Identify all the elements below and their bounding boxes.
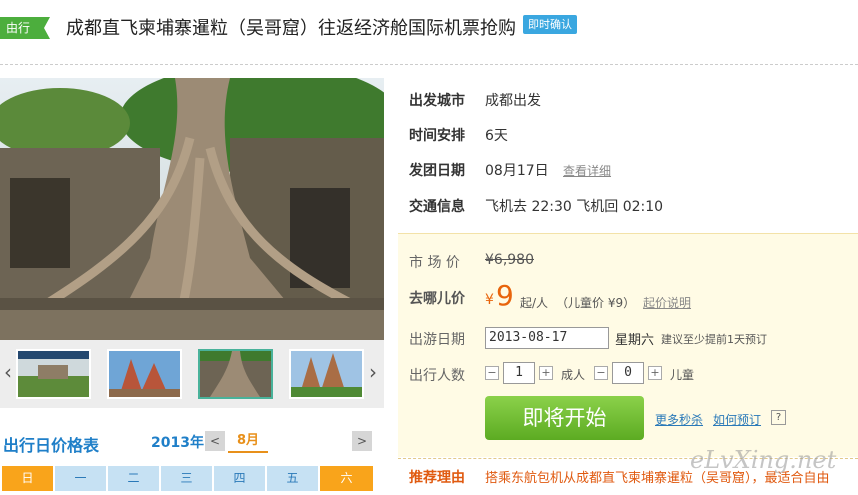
price-currency: ¥ (485, 292, 494, 308)
departure-date-value: 08月17日 (485, 163, 549, 179)
calendar-month[interactable]: 8月 (228, 431, 268, 453)
calendar-year: 2013年 (151, 435, 204, 451)
thumbnail-image (18, 351, 89, 397)
weekday-mon: 一 (55, 466, 106, 491)
adult-count-input[interactable]: 1 (503, 362, 535, 384)
child-plus-button[interactable]: + (648, 366, 662, 380)
more-flash-sales-link[interactable]: 更多秒杀 (655, 411, 703, 428)
thumbnail-image (200, 351, 271, 397)
child-count-input[interactable]: 0 (612, 362, 644, 384)
thumbnail-3-active[interactable] (198, 349, 273, 399)
price-calendar-title: 出行日价格表 (3, 436, 100, 455)
product-type-tag: 由行 (0, 17, 50, 39)
duration-label: 时间安排 (409, 128, 465, 144)
header-divider (0, 64, 858, 65)
view-details-link[interactable]: 查看详细 (563, 162, 611, 179)
price-unit: 起/人 (520, 296, 549, 310)
adult-minus-button[interactable]: − (485, 366, 499, 380)
weekday-fri: 五 (267, 466, 318, 491)
recommend-label: 推荐理由 (409, 470, 465, 486)
transport-label: 交通信息 (409, 199, 465, 215)
weekday-sat: 六 (320, 466, 373, 491)
child-label: 儿童 (670, 368, 695, 382)
help-icon[interactable]: ? (771, 410, 786, 425)
main-photo[interactable] (0, 78, 384, 340)
thumb-next-button[interactable]: › (369, 360, 377, 384)
departure-date-label: 发团日期 (409, 163, 465, 179)
price-note-link[interactable]: 起价说明 (643, 294, 691, 311)
transport-value: 飞机去 22:30 飞机回 02:10 (485, 199, 664, 215)
market-price-value: ¥6,980 (485, 252, 534, 268)
duration-value: 6天 (485, 128, 508, 144)
weekday-sun: 日 (2, 466, 53, 491)
calendar-next-month-button[interactable]: > (352, 431, 372, 451)
thumbnail-image (291, 351, 362, 397)
weekday-wed: 三 (161, 466, 212, 491)
thumbnail-4[interactable] (289, 349, 364, 399)
weekday-thu: 四 (214, 466, 265, 491)
instant-confirm-badge: 即时确认 (523, 15, 577, 34)
calendar-prev-month-button[interactable]: < (205, 431, 225, 451)
price-amount: 9 (496, 279, 514, 312)
booking-advice: 建议至少提前1天预订 (661, 333, 767, 346)
thumb-prev-button[interactable]: ‹ (4, 360, 12, 384)
departure-city-label: 出发城市 (409, 93, 465, 109)
how-to-book-link[interactable]: 如何预订 (713, 411, 761, 428)
thumbnail-1[interactable] (16, 349, 91, 399)
site-watermark: eLvXing.net (690, 446, 837, 474)
adult-plus-button[interactable]: + (539, 366, 553, 380)
market-price-label: 市 场 价 (409, 255, 460, 271)
coming-soon-button[interactable]: 即将开始 (485, 396, 644, 440)
temple-photo (0, 78, 384, 340)
page-title: 成都直飞柬埔寨暹粒（吴哥窟）往返经济舱国际机票抢购 (66, 18, 516, 39)
child-price: （儿童价 ¥9） (556, 296, 636, 310)
adult-label: 成人 (561, 368, 586, 382)
weekday-tue: 二 (108, 466, 159, 491)
weekday-text: 星期六 (615, 333, 655, 348)
qunar-price-label: 去哪儿价 (409, 291, 465, 307)
travel-date-input[interactable]: 2013-08-17 (485, 327, 609, 349)
child-minus-button[interactable]: − (594, 366, 608, 380)
thumbnail-2[interactable] (107, 349, 182, 399)
departure-city-value: 成都出发 (485, 93, 541, 109)
travelers-label: 出行人数 (409, 368, 465, 384)
travel-date-label: 出游日期 (409, 332, 465, 348)
thumbnail-image (109, 351, 180, 397)
